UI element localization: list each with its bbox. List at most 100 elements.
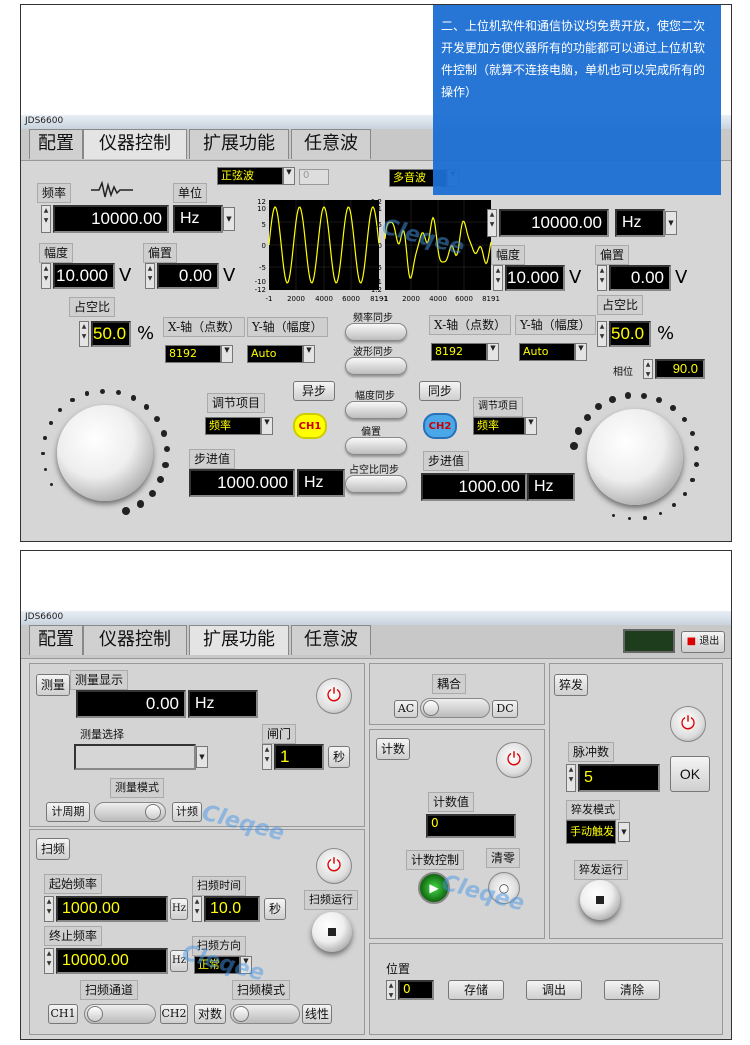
ch1-freq-value[interactable]: 10000.00 xyxy=(53,205,169,233)
ch1-adjust-select[interactable]: 频率 xyxy=(205,417,261,435)
position-value[interactable]: 0 xyxy=(398,980,434,1000)
ch2-yaxis-dropdown-icon[interactable]: ▼ xyxy=(575,343,587,361)
ch2-duty-spinner[interactable]: ▲ ▼ xyxy=(597,321,607,347)
ch1-duty-value[interactable]: 50.0 xyxy=(91,321,131,347)
measure-select-dropdown-icon[interactable]: ▼ xyxy=(196,746,208,768)
sync-amp-toggle[interactable] xyxy=(345,401,407,419)
gate-value[interactable]: 1 xyxy=(274,744,324,770)
ch1-unit-dropdown-icon[interactable]: ▼ xyxy=(223,207,235,231)
ch2-offset-spinner[interactable]: ▲ ▼ xyxy=(597,265,607,291)
measure-power-icon[interactable]: ⏻ xyxy=(316,678,352,714)
sweep-button[interactable]: 扫频 xyxy=(36,838,70,860)
coupling-ac-label[interactable]: AC xyxy=(394,700,418,718)
tab-config[interactable]: 配置 xyxy=(29,625,83,655)
ch1-amp-value[interactable]: 10.000 xyxy=(53,263,115,289)
ch2-offset-value[interactable]: 0.00 xyxy=(609,265,671,291)
counter-power-icon[interactable]: ⏻ xyxy=(496,742,532,778)
ch2-phase-value[interactable]: 90.0 xyxy=(655,359,705,379)
async-button[interactable]: 异步 xyxy=(293,381,335,401)
ch2-adjust-dropdown-icon[interactable]: ▼ xyxy=(525,417,537,435)
sweep-time-value[interactable]: 10.0 xyxy=(204,896,260,922)
sweep-mode-toggle[interactable] xyxy=(230,1004,300,1024)
sweep-start-value[interactable]: 1000.00 xyxy=(56,896,168,922)
gate-spinner[interactable]: ▲ ▼ xyxy=(262,744,272,770)
ch1-yaxis-dropdown-icon[interactable]: ▼ xyxy=(303,345,315,363)
burst-power-icon[interactable]: ⏻ xyxy=(670,706,706,742)
tab-instrument-control[interactable]: 仪器控制 xyxy=(83,129,187,159)
sync-wave-toggle[interactable] xyxy=(345,357,407,375)
ch1-wave-dropdown-icon[interactable]: ▼ xyxy=(283,167,295,185)
mode-period-label[interactable]: 计周期 xyxy=(46,802,90,822)
ch2-phase-spinner[interactable]: ▲ ▼ xyxy=(643,359,653,379)
ch1-button[interactable]: CH1 xyxy=(293,413,327,439)
sweep-ch1-label[interactable]: CH1 xyxy=(48,1004,78,1024)
measure-button[interactable]: 测量 xyxy=(36,674,70,696)
ch2-unit-dropdown-icon[interactable]: ▼ xyxy=(665,211,677,235)
ch2-amp-spinner[interactable]: ▲ ▼ xyxy=(493,265,503,291)
sweep-linear-label[interactable]: 线性 xyxy=(302,1004,332,1024)
burst-pulses-spinner[interactable]: ▲ ▼ xyxy=(566,764,576,792)
ch2-amp-value[interactable]: 10.000 xyxy=(505,265,565,291)
measure-select[interactable] xyxy=(74,744,196,770)
ch2-duty-value[interactable]: 50.0 xyxy=(609,321,651,347)
ch1-offset-spinner[interactable]: ▲ ▼ xyxy=(145,263,155,289)
recall-button[interactable]: 调出 xyxy=(526,980,582,1000)
ch2-adjust-select[interactable]: 频率 xyxy=(473,417,525,435)
ch1-yaxis-select[interactable]: Auto xyxy=(247,345,303,363)
ch2-freq-value[interactable]: 10000.00 xyxy=(499,209,609,237)
ch1-offset-value[interactable]: 0.00 xyxy=(157,263,219,289)
sync-freq-toggle[interactable] xyxy=(345,323,407,341)
ch2-xaxis-select[interactable]: 8192 xyxy=(431,343,487,361)
sweep-stop-value[interactable]: 10000.00 xyxy=(56,948,168,974)
sweep-ch2-label[interactable]: CH2 xyxy=(160,1004,188,1024)
ch1-wave-index[interactable]: 0 xyxy=(299,169,329,185)
tab-extended[interactable]: 扩展功能 xyxy=(189,129,289,159)
ok-button[interactable]: OK xyxy=(670,756,710,792)
sync-button[interactable]: 同步 xyxy=(419,381,461,401)
mode-freq-label[interactable]: 计频 xyxy=(172,802,202,822)
ch1-freq-unit[interactable]: Hz xyxy=(173,205,223,233)
tab-config[interactable]: 配置 xyxy=(29,129,83,159)
tab-instrument-control[interactable]: 仪器控制 xyxy=(83,625,187,655)
ch1-adjust-dropdown-icon[interactable]: ▼ xyxy=(261,417,273,435)
counter-button[interactable]: 计数 xyxy=(376,738,410,760)
sweep-stop-spinner[interactable]: ▲ ▼ xyxy=(44,948,54,974)
store-button[interactable]: 存储 xyxy=(448,980,504,1000)
burst-button[interactable]: 猝发 xyxy=(554,674,588,696)
ch1-duty-spinner[interactable]: ▲ ▼ xyxy=(79,321,89,347)
tab-arbitrary[interactable]: 任意波 xyxy=(291,129,371,159)
burst-mode-dropdown-icon[interactable]: ▼ xyxy=(618,822,630,842)
sync-duty-toggle[interactable] xyxy=(345,475,407,493)
ch1-step-value[interactable]: 1000.000 xyxy=(189,469,295,497)
ch1-knob[interactable] xyxy=(57,405,153,501)
burst-pulses-value[interactable]: 5 xyxy=(578,764,660,792)
ch1-freq-spinner[interactable]: ▲ ▼ xyxy=(41,205,51,233)
dial-dot xyxy=(115,389,122,396)
sweep-power-icon[interactable]: ⏻ xyxy=(316,848,352,884)
ch2-button[interactable]: CH2 xyxy=(423,413,457,439)
ch2-freq-unit[interactable]: Hz xyxy=(615,209,665,237)
clear-button[interactable]: 清除 xyxy=(604,980,660,1000)
measure-mode-toggle[interactable] xyxy=(94,802,166,822)
position-spinner[interactable]: ▲ ▼ xyxy=(386,980,396,1000)
ch2-yaxis-select[interactable]: Auto xyxy=(519,343,575,361)
exit-button[interactable]: ■ 退出 xyxy=(681,631,725,653)
ch1-wave-select[interactable]: 正弦波 xyxy=(217,167,283,185)
sweep-log-label[interactable]: 对数 xyxy=(194,1004,226,1024)
ch2-xaxis-dropdown-icon[interactable]: ▼ xyxy=(487,343,499,361)
sync-offset-toggle[interactable] xyxy=(345,437,407,455)
ch2-freq-spinner[interactable]: ▲ ▼ xyxy=(487,209,497,237)
tab-extended[interactable]: 扩展功能 xyxy=(189,625,289,655)
sweep-time-spinner[interactable]: ▲ ▼ xyxy=(192,896,202,922)
sweep-start-spinner[interactable]: ▲ ▼ xyxy=(44,896,54,922)
ch2-knob[interactable] xyxy=(587,409,683,505)
tab-arbitrary[interactable]: 任意波 xyxy=(291,625,371,655)
coupling-dc-label[interactable]: DC xyxy=(492,700,518,718)
ch2-step-value[interactable]: 1000.00 xyxy=(421,473,527,501)
ch1-amp-spinner[interactable]: ▲ ▼ xyxy=(41,263,51,289)
burst-mode-select[interactable]: 手动触发 xyxy=(566,820,616,844)
coupling-toggle[interactable] xyxy=(420,698,490,718)
sweep-channel-toggle[interactable] xyxy=(84,1004,156,1024)
ch1-xaxis-select[interactable]: 8192 xyxy=(165,345,221,363)
ch1-xaxis-dropdown-icon[interactable]: ▼ xyxy=(221,345,233,363)
